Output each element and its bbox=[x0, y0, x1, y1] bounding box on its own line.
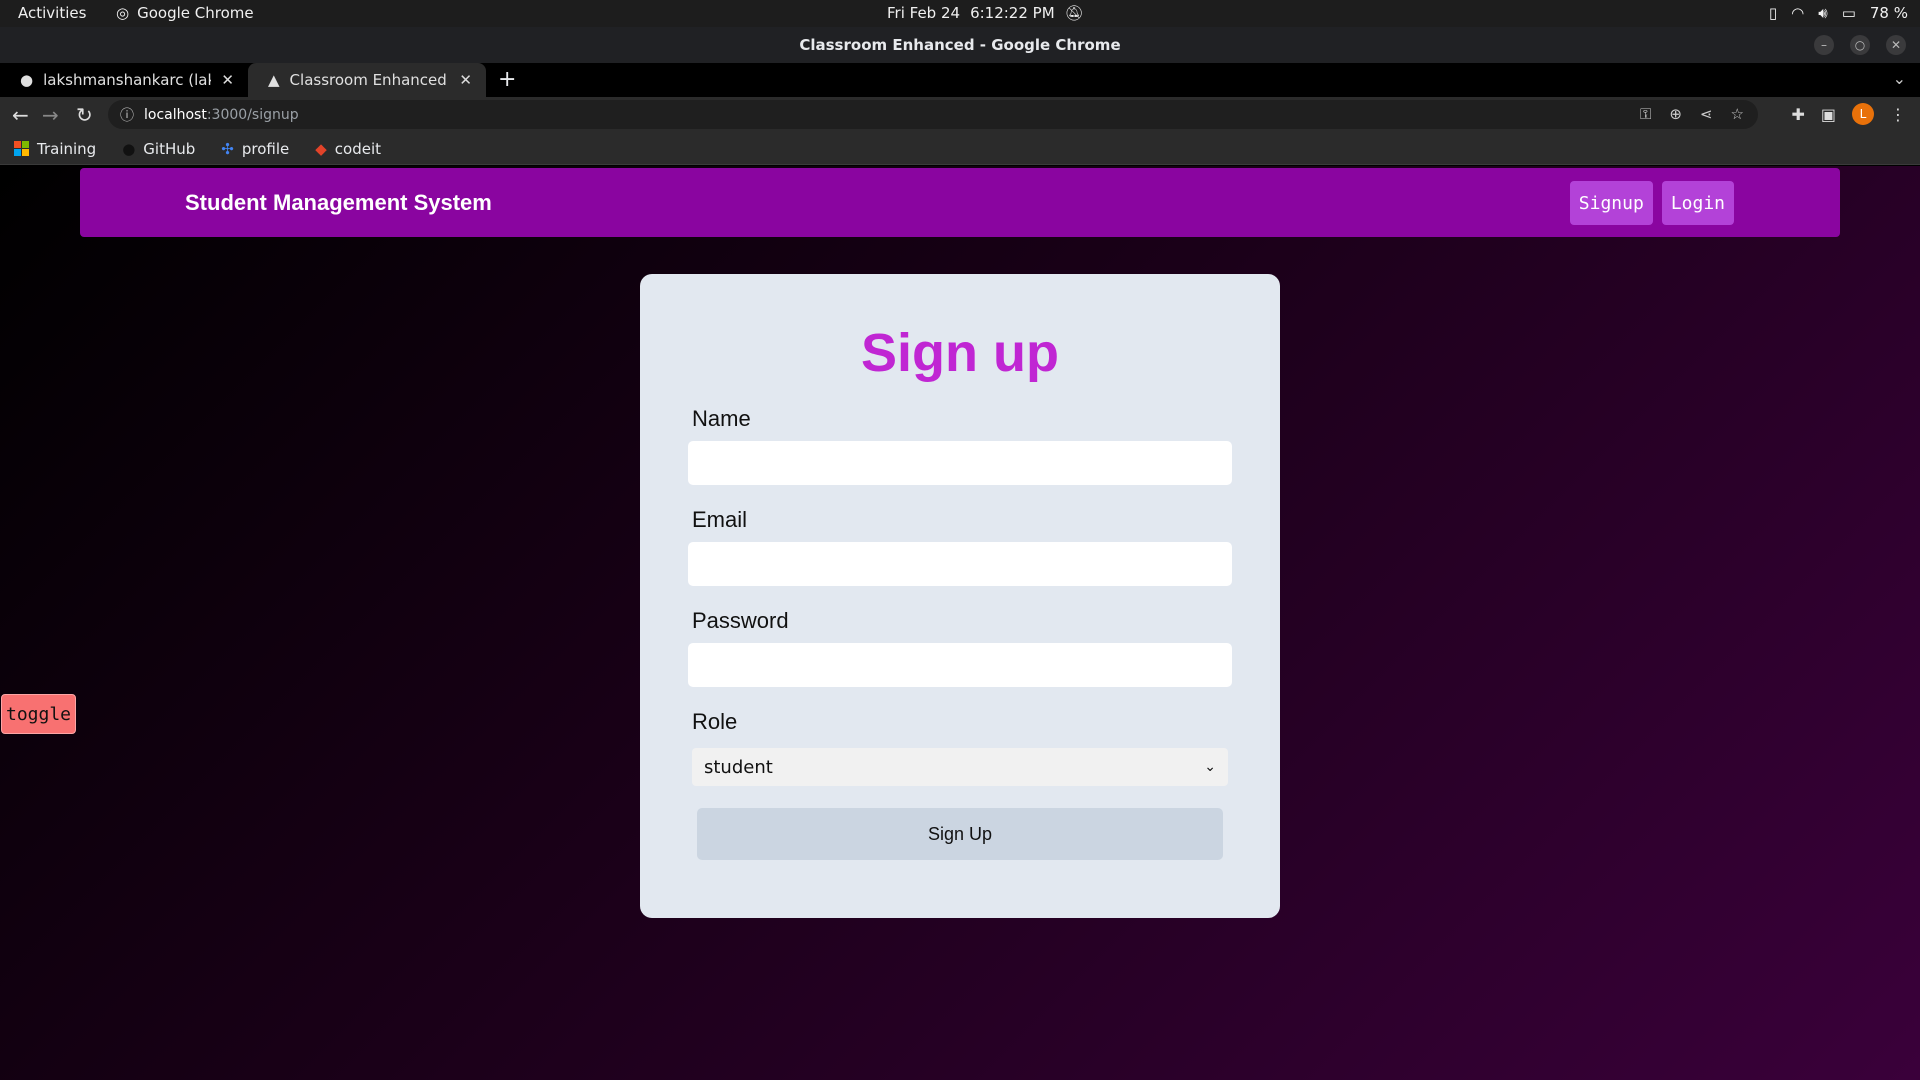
share-icon[interactable]: ⋖ bbox=[1700, 105, 1713, 123]
email-input[interactable] bbox=[688, 542, 1232, 586]
activities-button[interactable]: Activities bbox=[18, 4, 86, 22]
app-navbar: Student Management System Signup Login bbox=[80, 168, 1840, 237]
chevron-down-icon: ⌄ bbox=[1204, 759, 1216, 775]
nav-buttons: Signup Login bbox=[1569, 181, 1734, 225]
window-title: Classroom Enhanced - Google Chrome bbox=[0, 27, 1920, 63]
email-label: Email bbox=[692, 507, 748, 532]
microsoft-icon bbox=[14, 141, 29, 156]
back-icon[interactable]: ← bbox=[12, 103, 29, 127]
system-top-bar: Activities ◎ Google Chrome Fri Feb 24 6:… bbox=[0, 0, 1920, 27]
bookmark-label: Training bbox=[37, 139, 97, 158]
notifications-off-icon: 🔕︎ bbox=[1064, 4, 1084, 22]
gitlab-icon: ◆ bbox=[315, 139, 327, 158]
side-panel-icon[interactable]: ▣ bbox=[1821, 105, 1836, 124]
role-label: Role bbox=[692, 709, 738, 734]
password-label: Password bbox=[692, 608, 789, 633]
login-nav-button[interactable]: Login bbox=[1661, 181, 1734, 225]
zoom-icon[interactable]: ⊕ bbox=[1669, 105, 1682, 123]
time: 6:12:22 PM bbox=[970, 4, 1055, 22]
password-input[interactable] bbox=[688, 643, 1232, 687]
bookmark-profile[interactable]: ✣ profile bbox=[221, 140, 289, 158]
minimize-icon[interactable]: – bbox=[1814, 35, 1834, 55]
close-icon[interactable]: ✕ bbox=[1886, 35, 1906, 55]
phone-icon: ▯ bbox=[1768, 4, 1778, 22]
browser-toolbar: ← → ↻ ⓘ localhost:3000/signup ⚿ ⊕ ⋖ ☆ ✚ … bbox=[0, 97, 1920, 133]
app-menu[interactable]: ◎ Google Chrome bbox=[116, 4, 254, 22]
tab-close-icon[interactable]: ✕ bbox=[221, 71, 234, 89]
chrome-icon: ◎ bbox=[116, 4, 130, 22]
sign-up-button[interactable]: Sign Up bbox=[697, 808, 1223, 860]
url-path: :3000/signup bbox=[206, 106, 299, 123]
toolbar-right: ✚ ▣ L ⋮ bbox=[1791, 103, 1906, 125]
github-icon: ● bbox=[122, 139, 136, 158]
tab-close-icon[interactable]: ✕ bbox=[459, 71, 472, 89]
brand-title[interactable]: Student Management System bbox=[185, 190, 492, 216]
bookmark-github[interactable]: ● GitHub bbox=[122, 140, 195, 158]
name-label: Name bbox=[692, 406, 751, 431]
profile-avatar[interactable]: L bbox=[1852, 103, 1874, 125]
address-bar[interactable]: ⓘ localhost:3000/signup ⚿ ⊕ ⋖ ☆ bbox=[108, 100, 1758, 129]
bookmark-codeit[interactable]: ◆ codeit bbox=[315, 140, 381, 158]
new-tab-icon[interactable]: + bbox=[498, 67, 516, 92]
tab-strip: ● lakshmanshankarc (laksh ✕ ▲ Classroom … bbox=[0, 63, 1920, 97]
volume-icon: 🔊︎ bbox=[1818, 4, 1828, 22]
tab-label: Classroom Enhanced bbox=[289, 71, 447, 89]
signup-card: Sign up Name Email Password Role student… bbox=[640, 274, 1280, 918]
battery-percent: 78 % bbox=[1869, 4, 1908, 22]
menu-icon[interactable]: ⋮ bbox=[1890, 105, 1906, 124]
star-icon[interactable]: ☆ bbox=[1731, 105, 1744, 123]
toggle-button[interactable]: toggle bbox=[1, 694, 76, 734]
battery-icon: ▭ bbox=[1841, 4, 1856, 22]
bookmark-label: GitHub bbox=[143, 139, 196, 158]
system-tray[interactable]: ▯ ◠ 🔊︎ ▭ 78 % bbox=[1769, 4, 1908, 22]
bookmark-training[interactable]: Training bbox=[14, 140, 96, 158]
extensions-icon[interactable]: ✚ bbox=[1791, 105, 1804, 124]
key-icon[interactable]: ⚿ bbox=[1640, 105, 1651, 123]
maximize-icon[interactable]: ○ bbox=[1850, 35, 1870, 55]
role-select[interactable]: student ⌄ bbox=[692, 748, 1228, 786]
tab-github[interactable]: ● lakshmanshankarc (laksh ✕ bbox=[0, 63, 248, 97]
window-controls: – ○ ✕ bbox=[1814, 35, 1906, 55]
name-input[interactable] bbox=[688, 441, 1232, 485]
page-content: Student Management System Signup Login S… bbox=[0, 166, 1920, 1080]
bookmark-label: codeit bbox=[334, 139, 382, 158]
bookmark-label: profile bbox=[241, 139, 290, 158]
forward-icon[interactable]: → bbox=[42, 103, 59, 127]
info-icon[interactable]: ⓘ bbox=[120, 105, 134, 125]
github-icon: ● bbox=[20, 71, 34, 89]
pinwheel-icon: ✣ bbox=[221, 139, 234, 158]
reload-icon[interactable]: ↻ bbox=[76, 103, 93, 127]
role-selected-value: student bbox=[704, 756, 773, 778]
wifi-icon: ◠ bbox=[1791, 4, 1805, 22]
date: Fri Feb 24 bbox=[887, 4, 961, 22]
clock[interactable]: Fri Feb 24 6:12:22 PM 🔕︎ bbox=[887, 4, 1084, 22]
url-host: localhost bbox=[144, 106, 207, 123]
app-name: Google Chrome bbox=[137, 4, 254, 22]
tab-label: lakshmanshankarc (laksh bbox=[43, 71, 211, 89]
bookmarks-bar: Training ● GitHub ✣ profile ◆ codeit bbox=[0, 133, 1920, 165]
triangle-icon: ▲ bbox=[268, 71, 280, 89]
form-title: Sign up bbox=[861, 323, 1059, 383]
signup-nav-button[interactable]: Signup bbox=[1569, 181, 1653, 225]
tab-search-icon[interactable]: ⌄ bbox=[1893, 69, 1906, 88]
omnibox-actions: ⚿ ⊕ ⋖ ☆ bbox=[1640, 105, 1744, 123]
tab-classroom-enhanced[interactable]: ▲ Classroom Enhanced ✕ bbox=[248, 63, 486, 97]
